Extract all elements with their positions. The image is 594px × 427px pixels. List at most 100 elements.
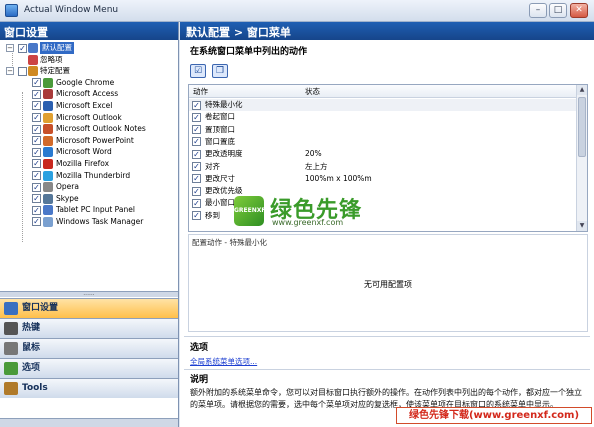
divider: [184, 336, 590, 337]
nav-item-icon: [4, 362, 18, 375]
tree-item-checkbox[interactable]: ✓: [32, 78, 41, 88]
minimize-button[interactable]: –: [529, 3, 547, 18]
tree-item[interactable]: ✓ Opera: [0, 181, 178, 193]
tree-item[interactable]: ✓ Microsoft Excel: [0, 100, 178, 112]
uncheck-all-icon[interactable]: ❐: [212, 64, 228, 78]
tree-item-label: Tablet PC Input Panel: [56, 205, 135, 215]
action-checkbox[interactable]: ✓: [192, 186, 201, 196]
nav-item-icon: [4, 302, 18, 315]
tree-item[interactable]: ✓ Mozilla Thunderbird: [0, 170, 178, 182]
tree-expander-icon[interactable]: −: [6, 44, 14, 52]
nav-item-icon: [4, 342, 18, 355]
global-system-menu-options-link[interactable]: 全局系统菜单选项...: [190, 356, 257, 367]
action-row[interactable]: ✓ 特殊最小化: [189, 99, 577, 111]
tree-item-checkbox[interactable]: ✓: [32, 89, 41, 99]
app-icon: [5, 4, 18, 17]
tree-item-label: Microsoft Word: [56, 147, 112, 157]
nav-splitter-grip[interactable]: ......: [0, 291, 178, 297]
scroll-up-icon[interactable]: ▲: [577, 85, 587, 95]
tree-item[interactable]: 忽略项: [0, 54, 178, 66]
action-row[interactable]: ✓ 卷起窗口: [189, 111, 577, 123]
tree-item[interactable]: ✓ Microsoft Access: [0, 88, 178, 100]
action-checkbox[interactable]: ✓: [192, 137, 201, 147]
action-row[interactable]: ✓ 更改尺寸 100%m x 100%m: [189, 173, 577, 185]
close-button[interactable]: ✕: [570, 3, 588, 18]
tree-item-label: Microsoft Excel: [56, 100, 113, 110]
nav-item-label: Tools: [22, 383, 48, 393]
maximize-button[interactable]: □: [549, 3, 567, 18]
tree-item[interactable]: ✓ Windows Task Manager: [0, 216, 178, 228]
app-icon: [43, 100, 53, 111]
tree-item[interactable]: ✓ Microsoft Outlook Notes: [0, 123, 178, 135]
action-name: 置顶窗口: [205, 124, 235, 134]
scroll-down-icon[interactable]: ▼: [577, 221, 587, 231]
tree-item-label: Mozilla Firefox: [56, 158, 110, 168]
settings-tree: − ✓ 默认配置 忽略项 − 特定配置 ✓ Google Chrome ✓ Microsoft A…: [0, 40, 178, 242]
app-icon: [43, 135, 53, 146]
nav-overflow-bar[interactable]: [0, 418, 178, 427]
nav-item[interactable]: 鼠标: [0, 338, 178, 358]
nav-item-label: 窗口设置: [22, 303, 59, 313]
window-title: Actual Window Menu: [24, 5, 119, 15]
tree-item-label: Microsoft Outlook Notes: [56, 124, 146, 134]
action-name: 更改尺寸: [205, 173, 235, 183]
actions-list-header: 动作 状态: [189, 85, 577, 98]
tree-item[interactable]: ✓ Skype: [0, 193, 178, 205]
action-status: 20%: [305, 149, 322, 159]
tree-item-checkbox[interactable]: ✓: [32, 205, 41, 215]
tree-item[interactable]: ✓ Google Chrome: [0, 77, 178, 89]
tree-item-checkbox[interactable]: ✓: [32, 159, 41, 169]
action-checkbox[interactable]: ✓: [192, 149, 201, 159]
action-checkbox[interactable]: ✓: [192, 174, 201, 184]
action-row[interactable]: ✓ 窗口置底: [189, 136, 577, 148]
tree-item-checkbox[interactable]: ✓: [32, 113, 41, 123]
tree-item-checkbox[interactable]: ✓: [18, 43, 27, 53]
nav-item[interactable]: Tools: [0, 378, 178, 398]
scroll-thumb[interactable]: [578, 97, 586, 157]
tree-item-checkbox[interactable]: ✓: [32, 101, 41, 111]
nav-item[interactable]: 选项: [0, 358, 178, 378]
column-header-status[interactable]: 状态: [305, 86, 320, 97]
tree-item[interactable]: − 特定配置: [0, 65, 178, 77]
column-header-action[interactable]: 动作: [193, 86, 208, 97]
tree-item-checkbox[interactable]: ✓: [32, 171, 41, 181]
action-name: 窗口置底: [205, 136, 235, 146]
action-checkbox[interactable]: ✓: [192, 198, 201, 208]
tree-item[interactable]: ✓ Microsoft Outlook: [0, 112, 178, 124]
tree-item-label: 默认配置: [40, 42, 74, 54]
check-all-icon[interactable]: ☑: [190, 64, 206, 78]
tree-item-checkbox[interactable]: ✓: [32, 182, 41, 192]
tree-item-checkbox[interactable]: ✓: [32, 194, 41, 204]
tree-item[interactable]: ✓ Tablet PC Input Panel: [0, 204, 178, 216]
tree-item-checkbox[interactable]: [18, 66, 27, 76]
action-checkbox[interactable]: ✓: [192, 125, 201, 135]
tree-item[interactable]: − ✓ 默认配置: [0, 42, 178, 54]
nav-item[interactable]: 热键: [0, 318, 178, 338]
tree-expander-icon[interactable]: −: [6, 67, 14, 76]
app-icon: [28, 43, 38, 53]
action-row[interactable]: ✓ 置顶窗口: [189, 124, 577, 136]
tree-item[interactable]: ✓ Mozilla Firefox: [0, 158, 178, 170]
action-status: 左上方: [305, 161, 328, 171]
watermark-url: www.greenxf.com: [272, 218, 344, 227]
action-row[interactable]: ✓ 对齐 左上方: [189, 161, 577, 173]
action-checkbox[interactable]: ✓: [192, 211, 201, 221]
nav-item[interactable]: 窗口设置: [0, 298, 178, 318]
options-section-title: 选项: [190, 343, 209, 353]
tree-item-checkbox[interactable]: ✓: [32, 217, 41, 227]
action-status: 100%m x 100%m: [305, 173, 372, 183]
no-config-message: 无可用配置项: [364, 280, 412, 289]
app-icon: [43, 124, 53, 135]
action-checkbox[interactable]: ✓: [192, 100, 201, 110]
action-checkbox[interactable]: ✓: [192, 162, 201, 171]
nav-item-label: 选项: [22, 363, 41, 373]
action-checkbox[interactable]: ✓: [192, 112, 201, 122]
actions-list-scrollbar[interactable]: ▲ ▼: [576, 85, 587, 231]
tree-item-checkbox[interactable]: ✓: [32, 136, 41, 146]
tree-item[interactable]: ✓ Microsoft Word: [0, 146, 178, 158]
tree-item-checkbox[interactable]: ✓: [32, 124, 41, 134]
actions-section-title: 在系统窗口菜单中列出的动作: [190, 47, 308, 57]
tree-item[interactable]: ✓ Microsoft PowerPoint: [0, 135, 178, 147]
action-row[interactable]: ✓ 更改透明度 20%: [189, 148, 577, 160]
tree-item-checkbox[interactable]: ✓: [32, 147, 41, 157]
